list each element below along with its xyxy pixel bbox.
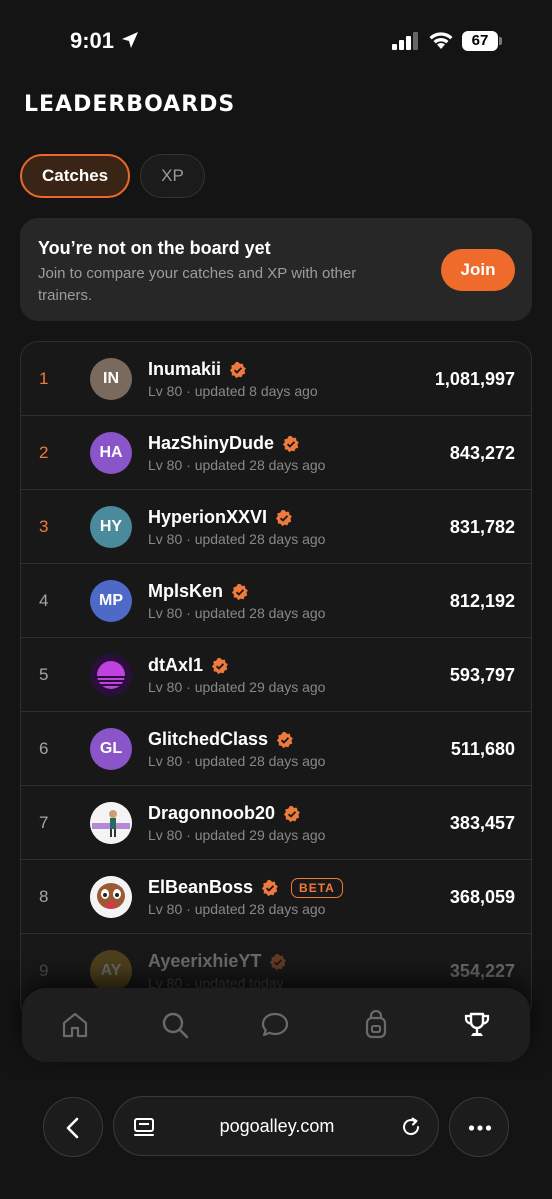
avatar-image (90, 654, 132, 696)
score: 593,797 (449, 665, 515, 685)
leaderboard-row[interactable]: 4 MP MplsKen Lv 80 · updated 28 days ago… (21, 564, 531, 638)
trainer-meta: Lv 80 · updated 28 days ago (148, 531, 326, 547)
leaderboard-row[interactable]: 5 dtAxl1 Lv 80 · updated 29 days ago 593… (21, 638, 531, 712)
verified-badge-icon (276, 731, 293, 748)
verified-badge-icon (270, 953, 287, 970)
status-time: 9:01 (70, 28, 115, 53)
avatar: HA (90, 432, 132, 474)
leaderboard-row[interactable]: 1 IN Inumakii Lv 80 · updated 8 days ago… (21, 342, 531, 416)
backpack-icon[interactable] (361, 1010, 391, 1040)
rank-number: 3 (39, 517, 49, 536)
rank-number: 6 (39, 739, 49, 758)
trainer-figure-avatar-icon (90, 802, 132, 844)
join-button[interactable]: Join (441, 249, 515, 291)
tab-xp[interactable]: XP (140, 154, 205, 198)
character-avatar-icon (90, 876, 132, 918)
trainer-name: dtAxl1 (148, 655, 204, 675)
cellular-signal-icon (392, 32, 418, 50)
verified-badge-icon (282, 435, 299, 452)
rank-number: 1 (39, 369, 49, 388)
leaderboard-row[interactable]: 2 HA HazShinyDude Lv 80 · updated 28 day… (21, 416, 531, 490)
avatar-image (90, 876, 132, 918)
trainer-name: Inumakii (148, 359, 222, 379)
rank-number: 5 (39, 665, 49, 684)
score: 843,272 (449, 443, 515, 463)
avatar: MP (90, 580, 132, 622)
tab-group: Catches XP (20, 154, 205, 198)
trainer-name: ElBeanBoss (148, 877, 254, 897)
leaderboard-row[interactable]: 3 HY HyperionXXVI Lv 80 · updated 28 day… (21, 490, 531, 564)
more-dots-icon (468, 1125, 492, 1131)
avatar: IN (90, 358, 132, 400)
verified-badge-icon (211, 657, 228, 674)
score: 1,081,997 (434, 369, 515, 389)
avatar: GL (90, 728, 132, 770)
join-card-title: You’re not on the board yet (38, 238, 271, 258)
battery-indicator: 67 (462, 31, 502, 51)
rank-number: 2 (39, 443, 49, 462)
score: 368,059 (449, 887, 515, 907)
trainer-meta: Lv 80 · updated 28 days ago (148, 901, 326, 917)
avatar: HY (90, 506, 132, 548)
trainer-meta: Lv 80 · updated 8 days ago (148, 383, 318, 399)
leaderboard-row[interactable]: 8 ElBeanBoss BETA Lv 80 · updated 28 day… (21, 860, 531, 934)
trainer-meta: Lv 80 · updated 28 days ago (148, 605, 326, 621)
wifi-icon (429, 32, 453, 49)
score: 383,457 (449, 813, 515, 833)
join-card-subtitle: Join to compare your catches and XP with… (38, 265, 357, 304)
trainer-name: Dragonnoob20 (148, 803, 276, 823)
status-bar: 9:01 67 (0, 0, 552, 80)
leaderboard-row[interactable]: 6 GL GlitchedClass Lv 80 · updated 28 da… (21, 712, 531, 786)
leaderboard-row[interactable]: 7 Dragonnoob20 Lv 80 · updated 29 days a… (21, 786, 531, 860)
avatar-image (90, 802, 132, 844)
score: 511,680 (450, 739, 515, 759)
rank-number: 8 (39, 887, 49, 906)
battery-level: 67 (462, 31, 498, 51)
trainer-name: AyeerixhieYT (148, 951, 262, 971)
trainer-meta: Lv 80 · updated 28 days ago (148, 457, 326, 473)
page-title: LEADERBOARDS (24, 92, 236, 117)
search-icon[interactable] (160, 1010, 190, 1040)
bottom-tab-bar (22, 988, 530, 1062)
rank-number: 4 (39, 591, 49, 610)
tab-catches[interactable]: Catches (20, 154, 131, 198)
trainer-name: MplsKen (148, 581, 224, 601)
verified-badge-icon (261, 879, 278, 896)
beta-badge: BETA (291, 877, 343, 898)
avatar: AY (90, 950, 132, 992)
trainer-meta: Lv 80 · updated 29 days ago (148, 827, 326, 843)
trainer-name: HazShinyDude (148, 433, 275, 453)
trainer-name: HyperionXXVI (148, 507, 268, 527)
battery-tip (499, 37, 502, 45)
url-text: pogoalley.com (219, 1116, 335, 1136)
trainer-meta: Lv 80 · updated 28 days ago (148, 753, 326, 769)
score: 812,192 (449, 591, 515, 611)
trainer-name: GlitchedClass (148, 729, 269, 749)
verified-badge-icon (231, 583, 248, 600)
verified-badge-icon (275, 509, 292, 526)
trophy-icon[interactable] (462, 1010, 492, 1040)
leaderboard-list: 1 IN Inumakii Lv 80 · updated 8 days ago… (20, 341, 532, 1021)
reload-icon[interactable] (400, 1116, 422, 1138)
chat-icon[interactable] (260, 1010, 290, 1040)
back-button[interactable] (43, 1097, 103, 1157)
trainer-meta: Lv 80 · updated 29 days ago (148, 679, 326, 695)
location-arrow-icon (122, 32, 138, 48)
rank-number: 7 (39, 813, 49, 832)
verified-badge-icon (283, 805, 300, 822)
browser-toolbar: pogoalley.com (0, 1080, 552, 1199)
sunset-avatar-icon (90, 654, 132, 696)
score: 831,782 (449, 517, 515, 537)
more-options-button[interactable] (449, 1097, 509, 1157)
chevron-left-icon (66, 1117, 79, 1139)
join-card: You’re not on the board yet Join to comp… (20, 218, 532, 321)
verified-badge-icon (229, 361, 246, 378)
home-icon[interactable] (60, 1010, 90, 1040)
address-bar[interactable]: pogoalley.com (113, 1096, 439, 1156)
